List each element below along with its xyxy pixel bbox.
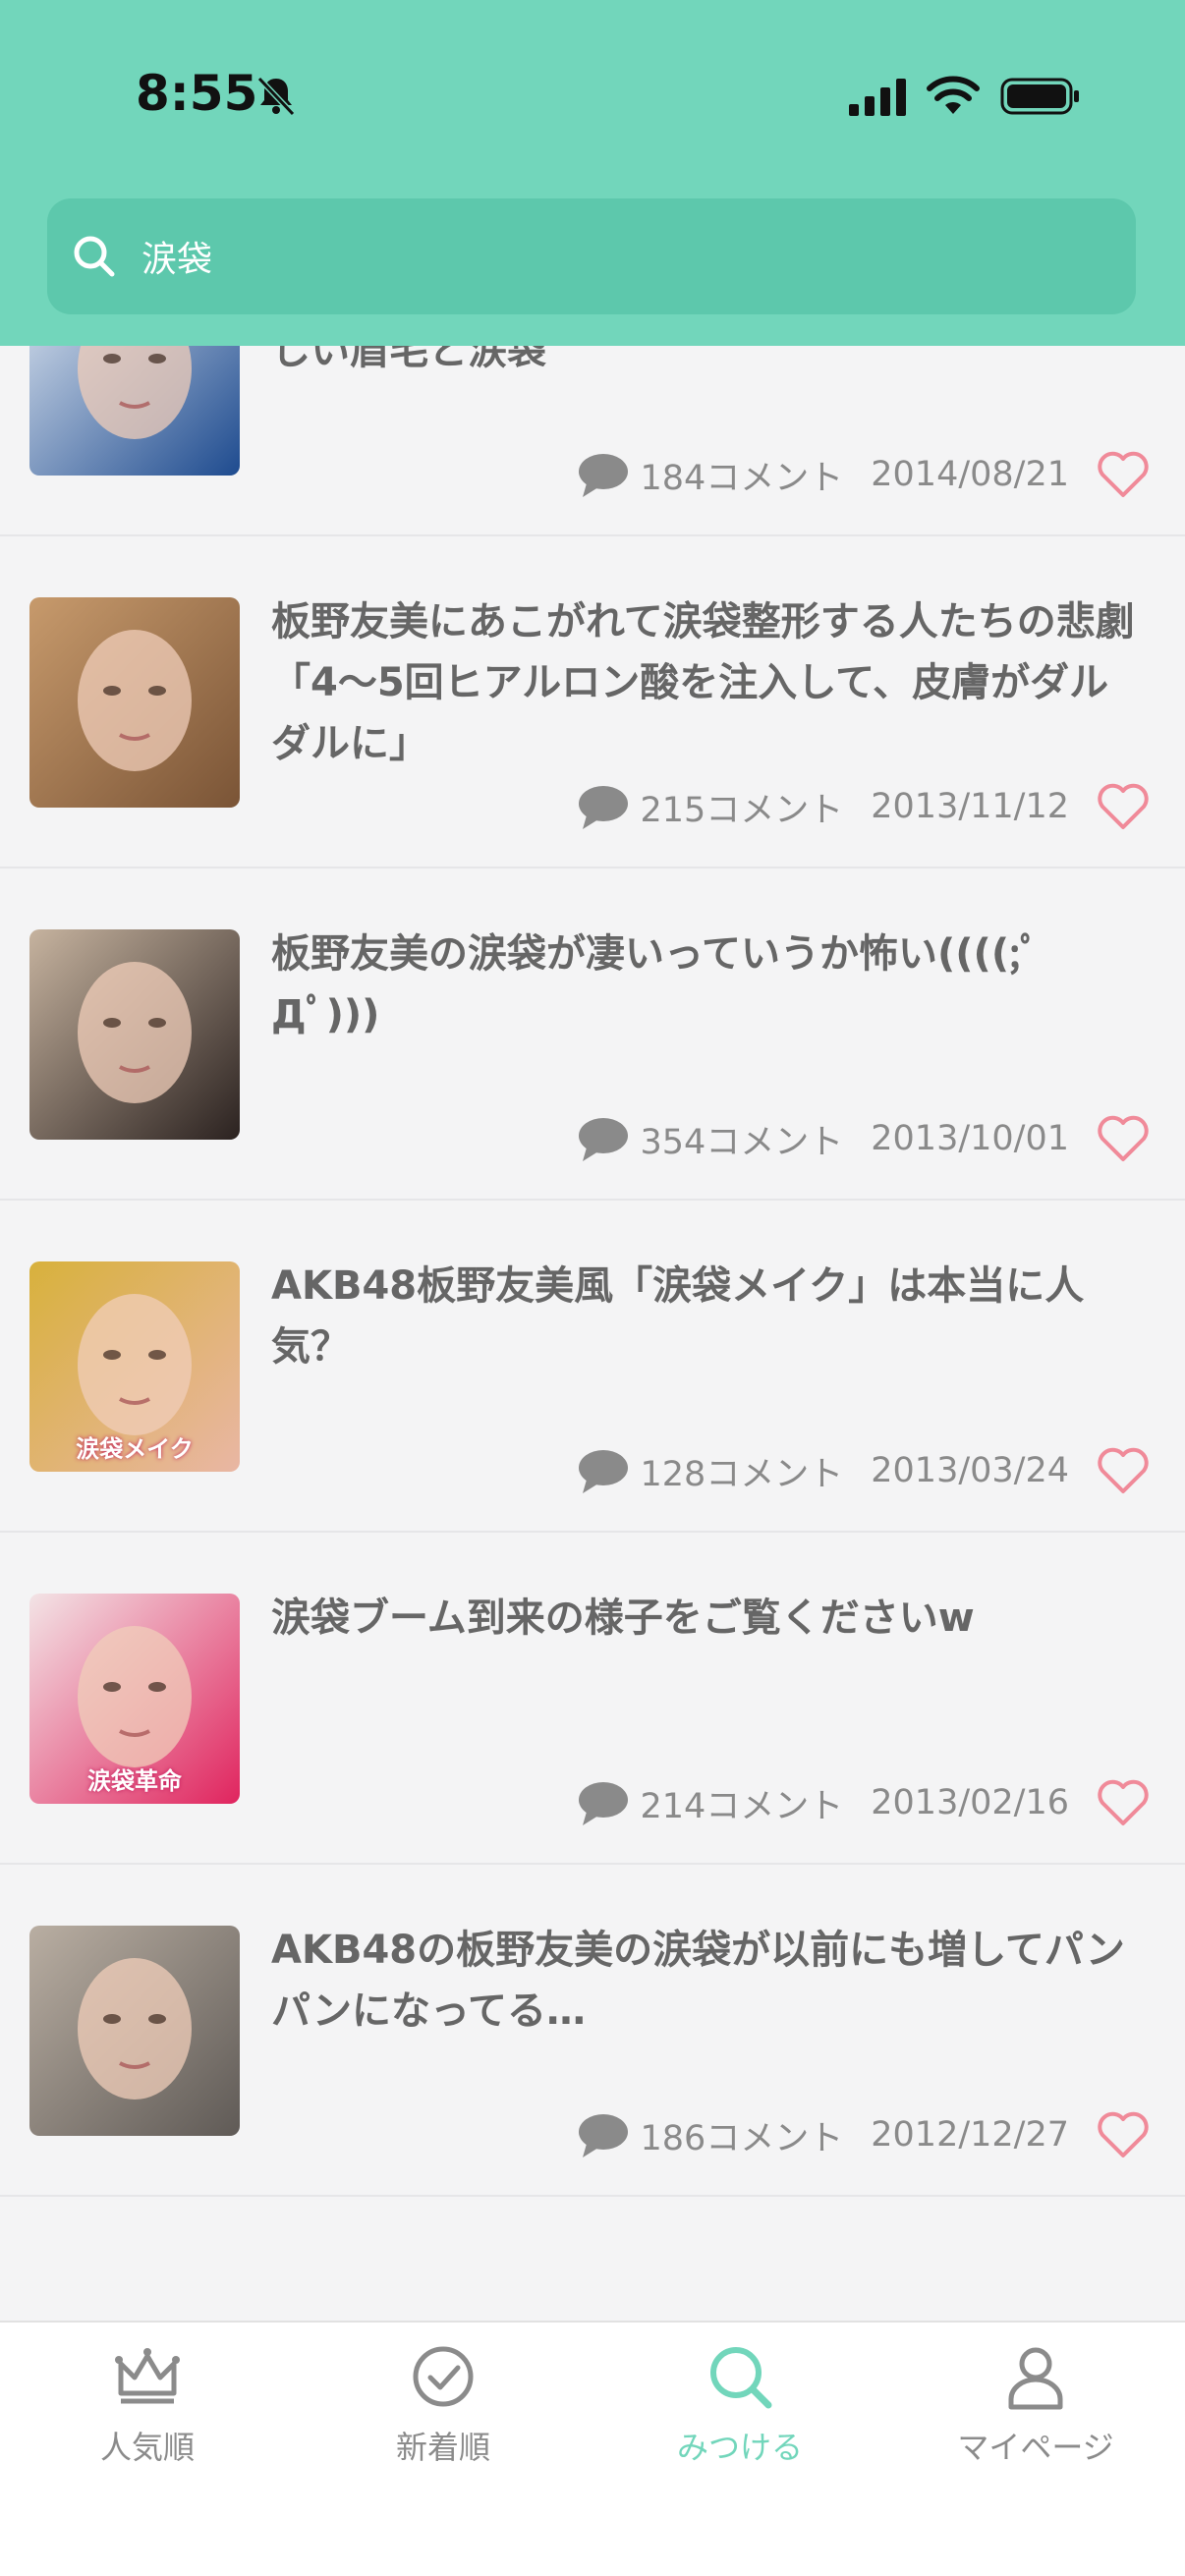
article-thumbnail: 涙袋革命 [29, 1594, 240, 1804]
tab-label: マイページ [957, 2429, 1114, 2466]
thumbnail-caption: 涙袋革命 [87, 1767, 182, 1795]
thumbnail-caption: 涙袋メイク [76, 1435, 194, 1463]
article-row[interactable]: 板野友美にあこがれて涙袋整形する人たちの悲劇「4〜5回ヒアルロン酸を注入して、皮… [0, 536, 1185, 868]
battery-icon [1000, 78, 1079, 115]
article-thumbnail [29, 1926, 240, 2136]
heart-icon[interactable] [1097, 2110, 1150, 2159]
article-thumbnail [29, 597, 240, 808]
comment-bubble-icon [579, 1118, 629, 1161]
thumbnail-photo [78, 630, 192, 771]
article-meta: 128コメント 2013/03/24 [577, 1446, 1069, 1495]
search-icon [710, 2347, 772, 2409]
person-icon [1008, 2347, 1063, 2410]
comment-bubble-icon [579, 454, 629, 497]
heart-icon[interactable] [1097, 1778, 1150, 1827]
search-bar[interactable] [47, 198, 1136, 314]
comment-bubble-icon [579, 1782, 629, 1825]
article-title[interactable]: AKB48の板野友美の涙袋が以前にも増してパンパンになってる… [271, 1920, 1136, 2042]
heart-icon[interactable] [1097, 782, 1150, 831]
article-thumbnail [29, 929, 240, 1140]
tab-label: 新着順 [395, 2429, 490, 2466]
article-title[interactable]: 板野友美の涙袋が凄いっていうか怖い((((;ﾟДﾟ))) [271, 924, 1136, 1045]
article-row[interactable]: 板野友美の涙袋が凄いっていうか怖い((((;ﾟДﾟ))) 354コメント 2013/… [0, 868, 1185, 1201]
comment-count: 354コメント [640, 1122, 844, 1162]
comment-count: 186コメント [640, 2118, 844, 2158]
tab-label: 人気順 [99, 2429, 195, 2466]
article-date: 2014/08/21 [871, 455, 1069, 494]
article-date: 2012/12/27 [871, 2115, 1069, 2155]
article-title[interactable]: 涙袋ブーム到来の様子をご覧くださいw [271, 1588, 1136, 1649]
comment-count: 184コメント [640, 458, 844, 498]
status-time: 8:55 [136, 65, 258, 122]
wifi-icon [927, 76, 980, 114]
comment-count: 214コメント [640, 1786, 844, 1826]
bell-slash-icon [256, 76, 296, 117]
article-row[interactable]: 涙袋革命 涙袋ブーム到来の様子をご覧くださいw 214コメント 2013/02/16 [0, 1533, 1185, 1865]
comment-count: 128コメント [640, 1454, 844, 1494]
heart-icon[interactable] [1097, 1446, 1150, 1495]
article-title[interactable]: AKB48板野友美風「涙袋メイク」は本当に人気？ [271, 1256, 1136, 1377]
article-meta: 215コメント 2013/11/12 [577, 782, 1069, 831]
signal-icon [849, 79, 906, 116]
comment-bubble-icon [579, 2114, 629, 2157]
crown-icon [115, 2348, 180, 2404]
tab-mypage[interactable]: マイページ [918, 2342, 1154, 2499]
app-header: 8:55 [0, 0, 1185, 346]
article-meta: 186コメント 2012/12/27 [577, 2110, 1069, 2159]
tab-bar: 人気順 新着順 みつける マイページ [0, 2321, 1185, 2576]
article-row[interactable]: 涙袋メイク AKB48板野友美風「涙袋メイク」は本当に人気？ 128コメント 2013… [0, 1201, 1185, 1533]
article-date: 2013/11/12 [871, 787, 1069, 826]
article-date: 2013/10/01 [871, 1119, 1069, 1158]
search-input[interactable] [141, 226, 1104, 287]
article-date: 2013/02/16 [871, 1783, 1069, 1822]
article-meta: 214コメント 2013/02/16 [577, 1778, 1069, 1827]
tab-new[interactable]: 新着順 [325, 2342, 561, 2499]
article-meta: 354コメント 2013/10/01 [577, 1114, 1069, 1163]
clock-icon [413, 2346, 474, 2407]
search-icon [74, 236, 115, 277]
article-thumbnail: 涙袋メイク [29, 1261, 240, 1472]
article-row[interactable]: AKB48の板野友美の涙袋が以前にも増してパンパンになってる… 186コメント 20… [0, 1865, 1185, 2197]
article-date: 2013/03/24 [871, 1451, 1069, 1490]
article-title[interactable]: 板野友美にあこがれて涙袋整形する人たちの悲劇「4〜5回ヒアルロン酸を注入して、皮… [271, 591, 1136, 774]
comment-bubble-icon [579, 1450, 629, 1493]
thumbnail-photo [78, 1958, 192, 2100]
article-list: さわらん新作は“松坂桃李”風、ポイントは男らしい眉毛と涙袋184コメント2014… [0, 204, 1185, 2197]
comment-bubble-icon [579, 786, 629, 829]
tab-label: みつける [676, 2429, 803, 2466]
article-meta: 184コメント 2014/08/21 [577, 450, 1069, 499]
tab-popular[interactable]: 人気順 [29, 2342, 265, 2499]
tab-discover[interactable]: みつける [622, 2342, 858, 2499]
comment-count: 215コメント [640, 790, 844, 830]
thumbnail-photo [78, 962, 192, 1103]
heart-icon[interactable] [1097, 450, 1150, 499]
heart-icon[interactable] [1097, 1114, 1150, 1163]
